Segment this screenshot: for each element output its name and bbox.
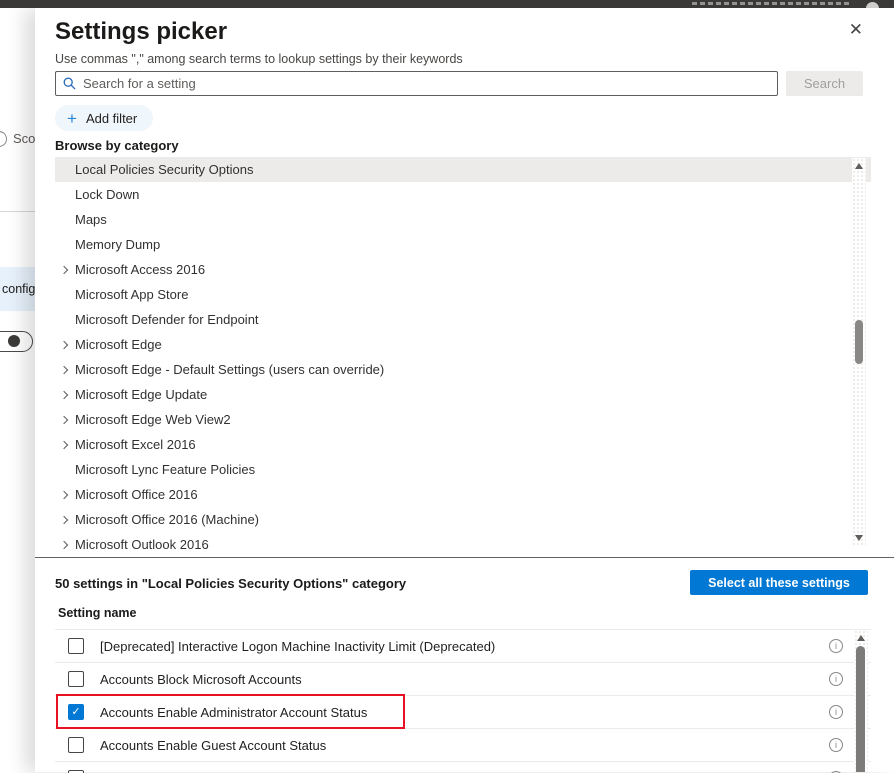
browse-by-category-label: Browse by category: [55, 138, 179, 153]
category-item[interactable]: Microsoft Office 2016: [55, 482, 871, 507]
category-label: Microsoft Office 2016 (Machine): [75, 512, 259, 527]
select-all-button[interactable]: Select all these settings: [690, 570, 868, 595]
check-icon: ✓: [71, 707, 80, 718]
results-summary: 50 settings in "Local Policies Security …: [55, 576, 406, 591]
info-icon: [0, 131, 7, 147]
category-label: Maps: [75, 212, 107, 227]
page-title: Settings picker: [55, 18, 227, 46]
chevron-right-icon: [59, 539, 71, 550]
search-input[interactable]: [55, 71, 778, 96]
account-text-sliver: [692, 2, 852, 5]
scrollbar-thumb[interactable]: [855, 320, 863, 364]
scroll-down-icon[interactable]: [855, 535, 863, 541]
setting-label: Accounts Enable Administrator Account St…: [100, 705, 367, 720]
setting-label: [Deprecated] Interactive Logon Machine I…: [100, 639, 495, 654]
panel-subtitle: Use commas "," among search terms to loo…: [55, 52, 463, 66]
category-label: Microsoft Edge - Default Settings (users…: [75, 362, 384, 377]
background-config-link[interactable]: config: [0, 267, 35, 311]
setting-checkbox[interactable]: ✓: [68, 737, 84, 753]
category-label: Microsoft Lync Feature Policies: [75, 462, 255, 477]
chevron-right-icon: [59, 189, 71, 201]
chevron-right-icon: [59, 164, 71, 176]
info-icon[interactable]: i: [829, 738, 843, 752]
chevron-right-icon: [59, 264, 71, 276]
category-item[interactable]: Microsoft Edge Web View2: [55, 407, 871, 432]
chevron-right-icon: [59, 314, 71, 326]
close-icon[interactable]: ✕: [849, 21, 863, 38]
category-label: Lock Down: [75, 187, 139, 202]
category-label: Microsoft Excel 2016: [75, 437, 196, 452]
add-filter-button[interactable]: + Add filter: [55, 105, 153, 131]
settings-picker-panel: Settings picker ✕ Use commas "," among s…: [35, 8, 894, 772]
category-item[interactable]: Microsoft Edge: [55, 332, 871, 357]
category-item[interactable]: Microsoft Access 2016: [55, 257, 871, 282]
category-item[interactable]: Microsoft Edge Update: [55, 382, 871, 407]
category-label: Microsoft Edge Update: [75, 387, 207, 402]
table-scrollbar[interactable]: [854, 630, 868, 772]
setting-row[interactable]: ✓ Accounts Enable Guest Account Status i: [55, 729, 871, 762]
chevron-right-icon: [59, 464, 71, 476]
chevron-right-icon: [59, 489, 71, 501]
category-label: Microsoft Edge Web View2: [75, 412, 231, 427]
background-toggle[interactable]: [0, 331, 33, 352]
scroll-up-icon[interactable]: [857, 635, 865, 641]
category-label: Microsoft App Store: [75, 287, 188, 302]
settings-table: ✓ [Deprecated] Interactive Logon Machine…: [55, 629, 871, 773]
category-item[interactable]: Maps: [55, 207, 871, 232]
avatar[interactable]: [866, 2, 879, 8]
setting-label: Accounts Block Microsoft Accounts: [100, 672, 302, 687]
scroll-up-icon[interactable]: [855, 163, 863, 169]
chevron-right-icon: [59, 239, 71, 251]
info-icon[interactable]: i: [829, 639, 843, 653]
category-item[interactable]: Microsoft Lync Feature Policies: [55, 457, 871, 482]
section-divider: [35, 557, 894, 558]
category-label: Microsoft Defender for Endpoint: [75, 312, 259, 327]
setting-checkbox[interactable]: ✓: [68, 671, 84, 687]
chevron-right-icon: [59, 439, 71, 451]
setting-row[interactable]: ✓ Accounts Block Microsoft Accounts i: [55, 663, 871, 696]
top-navigation-bar: [0, 0, 894, 8]
category-label: Memory Dump: [75, 237, 160, 252]
setting-label: Accounts Enable Guest Account Status: [100, 738, 326, 753]
info-icon[interactable]: i: [829, 705, 843, 719]
setting-row[interactable]: ✓ Accounts Enable Administrator Account …: [55, 696, 871, 729]
setting-checkbox[interactable]: ✓: [68, 704, 84, 720]
category-label: Microsoft Outlook 2016: [75, 537, 209, 549]
category-item[interactable]: Microsoft Outlook 2016: [55, 532, 871, 549]
category-item[interactable]: Microsoft App Store: [55, 282, 871, 307]
category-item[interactable]: Microsoft Excel 2016: [55, 432, 871, 457]
category-item[interactable]: Local Policies Security Options: [55, 157, 871, 182]
config-partial-text: config: [2, 282, 35, 296]
category-label: Local Policies Security Options: [75, 162, 253, 177]
category-item[interactable]: Microsoft Office 2016 (Machine): [55, 507, 871, 532]
chevron-right-icon: [59, 514, 71, 526]
category-label: Microsoft Office 2016: [75, 487, 198, 502]
category-item[interactable]: Memory Dump: [55, 232, 871, 257]
scrollbar-thumb[interactable]: [856, 646, 865, 772]
category-scrollbar[interactable]: [852, 158, 866, 546]
category-label: Microsoft Edge: [75, 337, 162, 352]
setting-row[interactable]: ✓ [Deprecated] Interactive Logon Machine…: [55, 630, 871, 663]
toggle-knob-icon: [8, 335, 20, 347]
add-filter-label: Add filter: [86, 111, 137, 126]
category-item[interactable]: Microsoft Defender for Endpoint: [55, 307, 871, 332]
plus-icon: +: [67, 110, 77, 127]
chevron-right-icon: [59, 364, 71, 376]
background-divider: [0, 211, 35, 212]
search-button[interactable]: Search: [786, 71, 863, 96]
category-item[interactable]: Lock Down: [55, 182, 871, 207]
chevron-right-icon: [59, 214, 71, 226]
category-item[interactable]: Microsoft Edge - Default Settings (users…: [55, 357, 871, 382]
setting-name-column-header: Setting name: [58, 606, 137, 620]
chevron-right-icon: [59, 389, 71, 401]
setting-row[interactable]: ✓ Accounts Limit Local Account Use Of Bl…: [55, 762, 871, 773]
setting-checkbox[interactable]: ✓: [68, 638, 84, 654]
chevron-right-icon: [59, 339, 71, 351]
category-label: Microsoft Access 2016: [75, 262, 205, 277]
scope-partial-text: Sco: [13, 131, 35, 146]
chevron-right-icon: [59, 289, 71, 301]
info-icon[interactable]: i: [829, 672, 843, 686]
chevron-right-icon: [59, 414, 71, 426]
category-list: Local Policies Security Options Lock Dow…: [55, 157, 871, 549]
